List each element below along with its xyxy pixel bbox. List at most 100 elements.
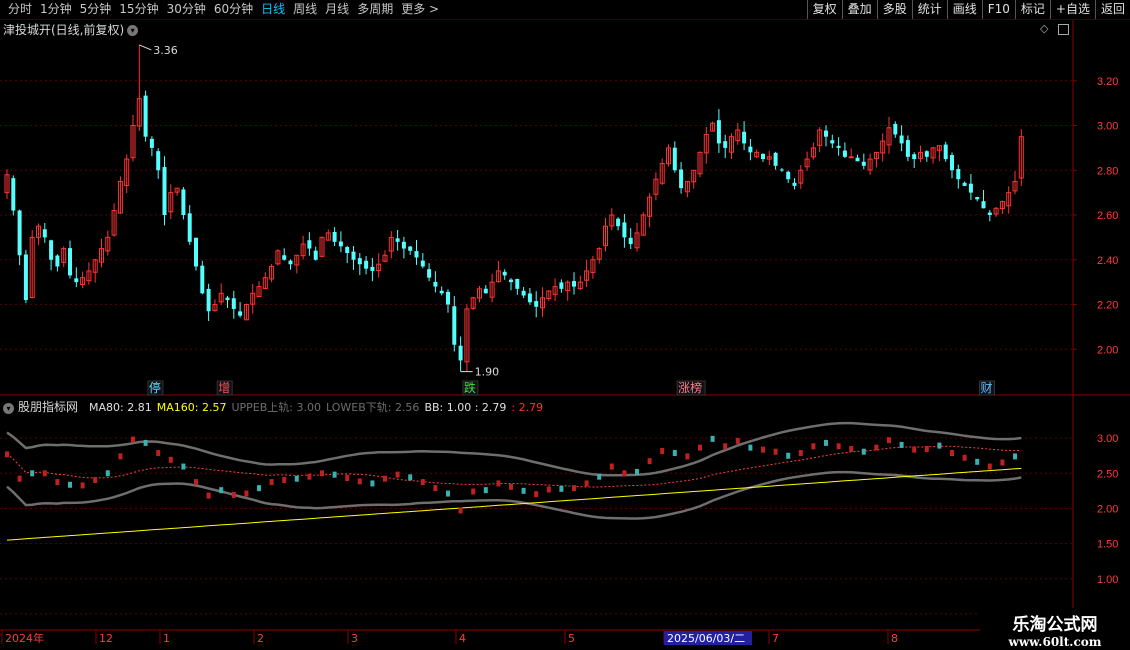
indicator-value-3: LOWEB下轨: 2.56 [325,401,420,414]
candle-body [761,153,765,160]
indicator-candle [597,473,602,480]
indicator-candle [433,485,438,492]
candle-body [414,251,419,258]
indicator-candle [307,473,312,480]
indicator-candle [93,477,98,484]
indicator-tick-label-2: 2.00 [1097,503,1118,515]
candle-body [779,169,784,171]
event-marker-2: 跌 [464,380,476,395]
indicator-name[interactable]: 股朋指标网 [18,400,78,414]
indicator-candle [761,446,765,453]
candle-body [395,238,400,242]
indicator-candle [17,475,22,482]
candle-body [672,147,677,171]
time-label-6: 5 [568,632,575,645]
candle-body [679,169,684,189]
indicator-candle [420,479,425,486]
indicator-candle [735,437,740,444]
candle-body [773,152,778,166]
price-tick-label-3: 2.60 [1097,210,1118,222]
time-label-7: 2025/06/03/二 [667,632,745,645]
candle-body [987,212,992,215]
indicator-candle [257,485,261,492]
candle-body [238,311,243,316]
indicator-candle [1013,453,1017,460]
indicator-tick-label-3: 1.50 [1097,539,1118,551]
candle-body [345,247,350,254]
candle-body [181,189,186,215]
indicator-candle [924,445,929,452]
price-tick-label-2: 2.80 [1097,165,1118,177]
candle-body [288,260,293,265]
candle-body [427,269,432,278]
indicator-candle [824,439,828,446]
event-marker-0: 停 [149,380,161,395]
candle-body [200,265,205,294]
indicator-candle [710,435,715,442]
candle-body [206,288,211,312]
candle-body [433,281,438,287]
candle-body [723,141,728,148]
candle-body [332,232,337,242]
indicator-candle [370,480,375,487]
candle-body [521,290,526,296]
candle-body [622,222,627,238]
indicator-candle [521,487,526,494]
indicator-candle [937,442,942,449]
price-tick-label-6: 2.00 [1097,344,1118,356]
indicator-candle [572,485,576,492]
event-marker-1: 增 [218,381,230,395]
indicator-candle [647,458,652,465]
indicator-header: ▾ 股朋指标网 MA80: 2.81 MA160: 2.57 UPPEB上轨: 3.00… [3,398,553,415]
candle-body [830,140,835,144]
indicator-candle [546,486,551,493]
candle-body [861,161,866,166]
candle-body [616,218,621,227]
indicator-candle [471,488,476,495]
indicator-value-4: BB: 1.00 : 2.79 [424,401,507,414]
indicator-candle [786,452,791,459]
candle-body [515,278,520,289]
candle-body [162,167,167,215]
chevron-down-icon[interactable]: ▾ [3,402,14,414]
candle-body [23,254,28,301]
indicator-candle [861,448,866,455]
candle-body [225,297,230,301]
indicator-candle [483,487,488,494]
time-label-0: 2024年 [5,631,44,645]
indicator-tick-label-4: 1.00 [1097,574,1118,586]
indicator-candle [962,454,967,461]
high-label: 3.36 [153,44,178,57]
indicator-candle [168,456,173,463]
candle-body [420,260,425,267]
indicator-candle [660,448,665,455]
indicator-candle [635,468,639,475]
indicator-values: MA80: 2.81 MA160: 2.57 UPPEB上轨: 3.00 LOWEB下… [83,401,548,414]
indicator-candle [395,471,400,478]
candle-body [313,250,318,260]
candle-body [338,241,343,247]
watermark-logo: 乐淘公式网 www.60lt.com [980,608,1130,650]
candle-body [893,123,898,135]
price-chart-canvas[interactable]: 3.20 3.00 2.80 2.60 2.40 2.20 2.00 3.00 2.50 2.00… [0,0,1130,650]
candle-body [452,306,457,345]
candle-body [824,130,828,137]
event-marker-4: 财 [981,381,993,395]
candle-body [74,278,79,283]
indicator-candle [836,443,841,450]
time-label-2: 1 [163,632,170,645]
candle-body [458,345,463,361]
candle-body [534,301,539,307]
indicator-candle [332,471,337,478]
indicator-candle [269,479,274,486]
candle-body [748,146,753,153]
candle-body [792,182,797,186]
event-marker-3: 涨榜 [678,380,702,395]
candle-body [483,288,488,294]
candle-body [143,95,148,137]
candle-body [55,255,60,267]
indicator-candle [672,450,677,457]
indicator-candle [723,443,728,450]
time-label-3: 2 [257,632,264,645]
indicator-candle [30,470,35,477]
